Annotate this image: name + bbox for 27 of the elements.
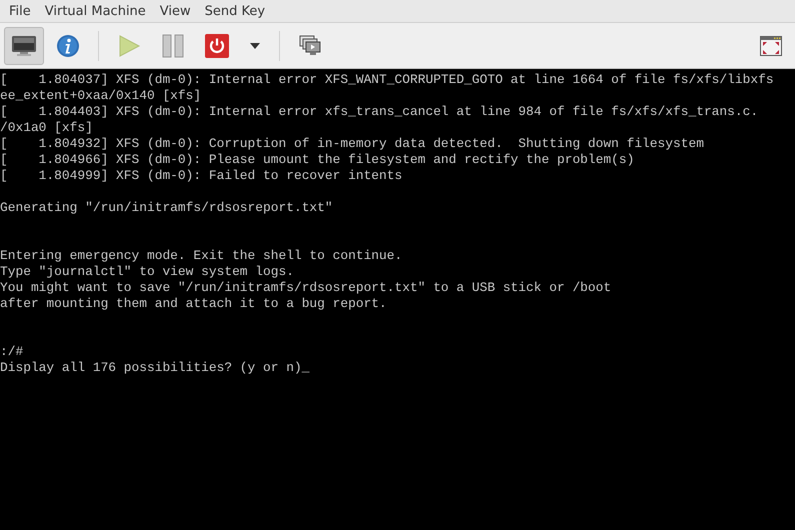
- play-icon: [117, 34, 141, 58]
- menu-item[interactable]: Send Key: [198, 4, 272, 18]
- caret-icon: [250, 42, 260, 48]
- console-line: /0x1a0 [xfs]: [0, 120, 94, 136]
- console-line: [ 1.804037] XFS (dm-0): Internal error XFS_WANT_CORRUPTED_GOTO at line 1664 of file fs/xfs/libxfs: [0, 72, 775, 88]
- console-line: Entering emergency mode. Exit the shell to continue.: [0, 248, 404, 264]
- menu-item[interactable]: Virtual Machine: [38, 4, 153, 18]
- monitor-icon: [11, 34, 37, 56]
- console-line: [ 1.804932] XFS (dm-0): Corruption of in-memory data detected. Shutting down filesystem: [0, 136, 705, 152]
- console-line: [ 1.804999] XFS (dm-0): Failed to recover intents: [0, 168, 404, 184]
- console-line: [ 1.804403] XFS (dm-0): Internal error xfs_trans_cancel at line 984 of file fs/xfs/xfs_trans.c.: [0, 104, 760, 120]
- screens-icon: [299, 34, 321, 56]
- console-line: Type "journalctl" to view system logs.: [0, 264, 295, 280]
- info-icon: [56, 34, 80, 58]
- console-line: Generating "/run/initramfs/rdsosreport.txt": [0, 200, 334, 216]
- fullscreen-icon: [760, 36, 782, 56]
- console-line: Display all 176 possibilities? (y or n)_: [0, 360, 310, 376]
- console-line: ee_extent+0xaa/0x140 [xfs]: [0, 88, 202, 104]
- menu-item[interactable]: View: [152, 4, 198, 18]
- console-button[interactable]: [4, 26, 44, 64]
- console-line: :/#: [0, 344, 24, 360]
- menu-item[interactable]: File: [2, 4, 38, 18]
- console-line: You might want to save "/run/initramfs/rdsosreport.txt" to a USB stick or /boot: [0, 280, 612, 296]
- pause-icon: [162, 34, 184, 58]
- console-line: [ 1.804966] XFS (dm-0): Please umount the filesystem and rectify the problem(s): [0, 152, 636, 168]
- console-line: after mounting them and attach it to a bug report.: [0, 296, 388, 312]
- power-icon: [205, 34, 229, 58]
